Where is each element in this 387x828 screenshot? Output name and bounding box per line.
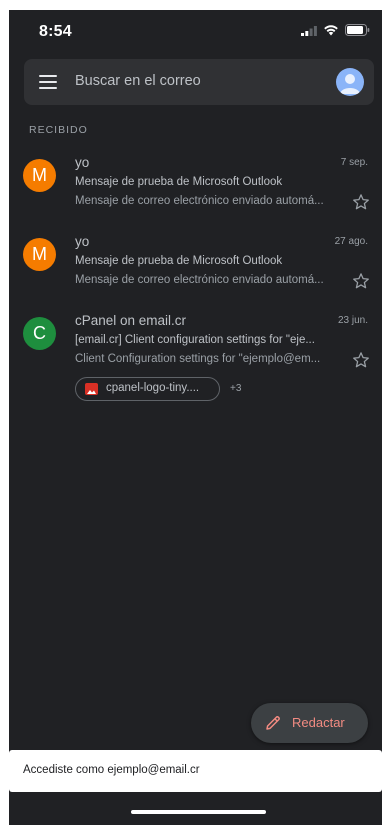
email-list-item[interactable]: M yo 7 sep. Mensaje de prueba de Microso… bbox=[9, 151, 382, 223]
compose-label: Redactar bbox=[292, 715, 345, 730]
search-input[interactable]: Buscar en el correo bbox=[75, 73, 201, 89]
status-bar: 8:54 bbox=[9, 10, 382, 56]
email-date: 27 ago. bbox=[334, 236, 368, 247]
email-list-item[interactable]: M yo 27 ago. Mensaje de prueba de Micros… bbox=[9, 230, 382, 302]
signal-icon bbox=[301, 25, 317, 36]
more-attachments-count: +3 bbox=[230, 383, 242, 394]
sender-avatar: M bbox=[23, 238, 56, 271]
sender-avatar: C bbox=[23, 317, 56, 350]
star-icon[interactable] bbox=[352, 193, 370, 211]
section-label-inbox: RECIBIDO bbox=[29, 124, 88, 136]
email-sender: yo bbox=[75, 234, 90, 249]
email-snippet: Mensaje de correo electrónico enviado au… bbox=[75, 274, 324, 286]
attachment-chip[interactable]: cpanel-logo-tiny.... bbox=[75, 377, 220, 401]
wifi-icon bbox=[324, 25, 338, 36]
search-bar[interactable]: Buscar en el correo bbox=[24, 59, 374, 105]
sender-avatar: M bbox=[23, 159, 56, 192]
email-snippet: Mensaje de correo electrónico enviado au… bbox=[75, 195, 324, 207]
email-list-item[interactable]: C cPanel on email.cr 23 jun. [email.cr] … bbox=[9, 309, 382, 381]
snackbar: Accediste como ejemplo@email.cr bbox=[9, 750, 382, 792]
email-date: 23 jun. bbox=[337, 315, 368, 326]
email-subject: Mensaje de prueba de Microsoft Outlook bbox=[75, 176, 283, 188]
email-sender: cPanel on email.cr bbox=[75, 313, 187, 328]
compose-button[interactable]: Redactar bbox=[251, 703, 368, 743]
email-snippet: Client Configuration settings for "ejemp… bbox=[75, 353, 321, 365]
avatar-letter: M bbox=[32, 165, 47, 185]
attachment-filename: cpanel-logo-tiny.... bbox=[106, 382, 200, 394]
star-icon[interactable] bbox=[352, 351, 370, 369]
home-indicator[interactable] bbox=[131, 810, 266, 814]
gmail-app-screen: 8:54 Buscar en el correo RECIBIDO M yo 7… bbox=[9, 10, 382, 825]
snackbar-text: Accediste como ejemplo@email.cr bbox=[23, 764, 200, 776]
status-time: 8:54 bbox=[39, 23, 72, 40]
account-avatar-icon[interactable] bbox=[336, 68, 364, 96]
image-icon bbox=[85, 383, 98, 395]
avatar-letter: M bbox=[32, 244, 47, 264]
battery-icon bbox=[345, 24, 370, 36]
email-subject: [email.cr] Client configuration settings… bbox=[75, 334, 315, 346]
email-sender: yo bbox=[75, 155, 90, 170]
email-date: 7 sep. bbox=[340, 157, 368, 168]
star-icon[interactable] bbox=[352, 272, 370, 290]
avatar-letter: C bbox=[33, 323, 46, 343]
status-icons bbox=[301, 24, 370, 36]
email-subject: Mensaje de prueba de Microsoft Outlook bbox=[75, 255, 283, 267]
hamburger-menu-icon[interactable] bbox=[39, 74, 57, 90]
pencil-icon bbox=[266, 716, 280, 730]
